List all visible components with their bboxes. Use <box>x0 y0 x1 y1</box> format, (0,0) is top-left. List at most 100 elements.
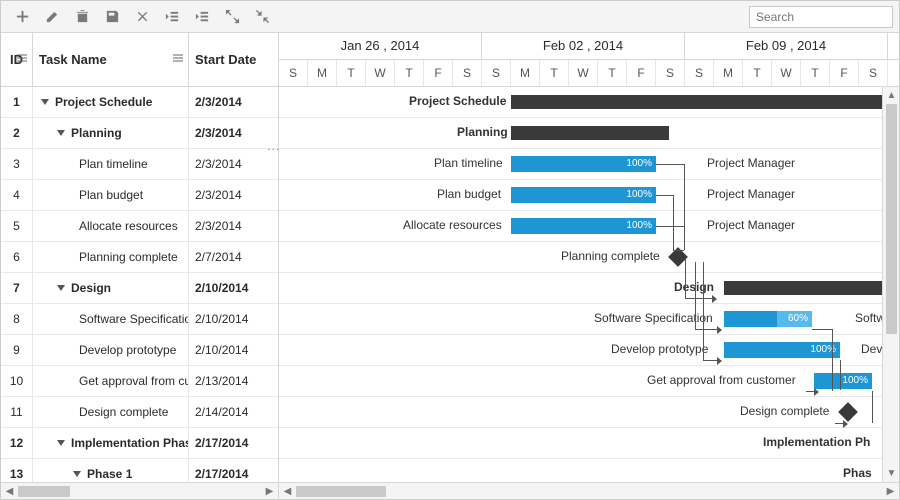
table-row[interactable]: 5Allocate resources2/3/2014 <box>1 211 278 242</box>
scroll-thumb[interactable] <box>296 486 386 497</box>
day-header: T <box>395 60 424 86</box>
table-row[interactable]: 1Project Schedule2/3/2014 <box>1 87 278 118</box>
table-row[interactable]: 8Software Specification2/10/2014 <box>1 304 278 335</box>
expand-caret-icon[interactable] <box>41 99 49 105</box>
dependency-line <box>695 329 717 330</box>
search-input[interactable] <box>749 6 893 28</box>
gantt-app: ID Task Name Start Date 1Project Schedul… <box>0 0 900 500</box>
dependency-line <box>703 360 717 361</box>
add-button[interactable] <box>7 4 37 30</box>
table-row[interactable]: 13Phase 12/17/2014 <box>1 459 278 482</box>
row-id: 5 <box>1 211 33 241</box>
col-start-date[interactable]: Start Date <box>189 33 278 86</box>
dependency-line <box>656 195 673 196</box>
gantt-row: Phas <box>279 459 899 482</box>
grid-hscroll[interactable]: ◀ ▶ <box>1 482 278 499</box>
timeline-header: Jan 26 , 2014Feb 02 , 2014Feb 09 , 2014 … <box>279 33 899 87</box>
dependency-line <box>673 250 684 251</box>
edit-button[interactable] <box>37 4 67 30</box>
progress-label: 60% <box>788 311 808 327</box>
scroll-left-icon[interactable]: ◀ <box>279 483 296 500</box>
row-name: Planning <box>33 118 189 148</box>
row-id: 1 <box>1 87 33 117</box>
gantt-bar-label: Planning <box>457 125 508 139</box>
save-button[interactable] <box>97 4 127 30</box>
task-bar[interactable]: 100% <box>814 373 872 389</box>
table-row[interactable]: 12Implementation Phase2/17/2014 <box>1 428 278 459</box>
task-grid: ID Task Name Start Date 1Project Schedul… <box>1 33 279 499</box>
day-header: T <box>598 60 627 86</box>
day-header: W <box>366 60 395 86</box>
dependency-line <box>656 164 684 165</box>
indent-button[interactable] <box>187 4 217 30</box>
row-id: 10 <box>1 366 33 396</box>
row-date: 2/10/2014 <box>189 304 278 334</box>
day-header: F <box>424 60 453 86</box>
scroll-up-icon[interactable]: ▲ <box>883 87 900 104</box>
table-row[interactable]: 6Planning complete2/7/2014 <box>1 242 278 273</box>
col-id[interactable]: ID <box>1 33 33 86</box>
expand-caret-icon[interactable] <box>73 471 81 477</box>
outdent-button[interactable] <box>157 4 187 30</box>
scroll-thumb[interactable] <box>886 104 897 334</box>
task-bar[interactable]: 100% <box>511 156 656 172</box>
summary-bar[interactable] <box>511 126 669 140</box>
table-row[interactable]: 7Design2/10/2014 <box>1 273 278 304</box>
grid-rows: 1Project Schedule2/3/20142Planning2/3/20… <box>1 87 278 482</box>
gantt-bar-label: Develop prototype <box>611 342 708 356</box>
day-header: F <box>627 60 656 86</box>
row-id: 8 <box>1 304 33 334</box>
task-bar[interactable]: 100% <box>511 218 656 234</box>
scroll-right-icon[interactable]: ▶ <box>261 483 278 500</box>
table-row[interactable]: 2Planning2/3/2014 <box>1 118 278 149</box>
table-row[interactable]: 3Plan timeline2/3/2014 <box>1 149 278 180</box>
summary-bar[interactable] <box>511 95 891 109</box>
task-bar[interactable]: 60% <box>724 311 812 327</box>
progress-label: 100% <box>626 218 652 234</box>
scroll-thumb[interactable] <box>18 486 70 497</box>
col-task-name[interactable]: Task Name <box>33 33 189 86</box>
resource-label: Project Manager <box>707 156 795 170</box>
dependency-line <box>656 226 684 227</box>
row-date: 2/13/2014 <box>189 366 278 396</box>
table-row[interactable]: 9Develop prototype2/10/2014 <box>1 335 278 366</box>
dependency-line <box>832 329 833 391</box>
scroll-right-icon[interactable]: ▶ <box>882 483 899 500</box>
row-name: Implementation Phase <box>33 428 189 458</box>
expand-button[interactable] <box>217 4 247 30</box>
gantt-chart[interactable]: Project SchedulePlanningPlan timeline100… <box>279 87 899 482</box>
gantt-bar-label: Allocate resources <box>403 218 502 232</box>
cancel-button[interactable] <box>127 4 157 30</box>
week-header: Feb 02 , 2014 <box>482 33 685 59</box>
row-date: 2/3/2014 <box>189 180 278 210</box>
delete-button[interactable] <box>67 4 97 30</box>
collapse-button[interactable] <box>247 4 277 30</box>
gantt-vscroll[interactable]: ▲ ▼ <box>882 87 899 482</box>
scroll-down-icon[interactable]: ▼ <box>883 465 900 482</box>
table-row[interactable]: 4Plan budget2/3/2014 <box>1 180 278 211</box>
expand-caret-icon[interactable] <box>57 440 65 446</box>
gantt-bar-label: Get approval from customer <box>647 373 796 387</box>
day-header: S <box>279 60 308 86</box>
table-row[interactable]: 10Get approval from customer2/13/2014 <box>1 366 278 397</box>
gantt-bar-label: Plan budget <box>437 187 501 201</box>
day-header: T <box>337 60 366 86</box>
task-bar[interactable]: 100% <box>511 187 656 203</box>
col-menu-icon[interactable] <box>16 52 28 67</box>
expand-caret-icon[interactable] <box>57 285 65 291</box>
gantt-hscroll[interactable]: ◀ ▶ <box>279 482 899 499</box>
expand-caret-icon[interactable] <box>57 130 65 136</box>
dependency-line <box>673 195 674 250</box>
col-menu-icon[interactable] <box>172 52 184 67</box>
gantt-bar-label: Planning complete <box>561 249 660 263</box>
row-name: Software Specification <box>33 304 189 334</box>
table-row[interactable]: 11Design complete2/14/2014 <box>1 397 278 428</box>
row-date: 2/3/2014 <box>189 87 278 117</box>
scroll-left-icon[interactable]: ◀ <box>1 483 18 500</box>
day-header: M <box>308 60 337 86</box>
toolbar <box>1 1 899 33</box>
summary-bar[interactable] <box>724 281 894 295</box>
milestone-icon[interactable] <box>838 402 858 422</box>
progress-label: 100% <box>626 187 652 203</box>
task-bar[interactable]: 100% <box>724 342 840 358</box>
